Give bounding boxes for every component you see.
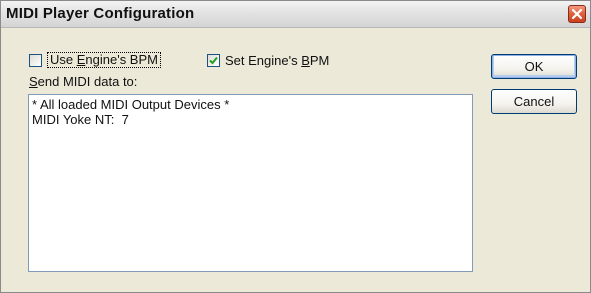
list-item[interactable]: MIDI Yoke NT: 7 (32, 112, 129, 127)
send-midi-label: Send MIDI data to: (29, 74, 138, 89)
use-engine-bpm-label: Use Engine's BPM (47, 52, 161, 68)
use-engine-bpm-checkbox[interactable]: Use Engine's BPM (29, 51, 161, 69)
midi-player-config-dialog: MIDI Player Configuration Use Engine's B… (0, 0, 591, 293)
set-engine-bpm-box[interactable] (207, 53, 220, 67)
title-bar[interactable]: MIDI Player Configuration (1, 1, 590, 28)
window-title: MIDI Player Configuration (6, 5, 195, 22)
close-button[interactable] (568, 5, 586, 23)
ok-button[interactable]: OK (491, 54, 577, 79)
set-engine-bpm-checkbox[interactable]: Set Engine's BPM (207, 51, 329, 69)
use-engine-bpm-box[interactable] (29, 53, 42, 67)
midi-device-list[interactable]: * All loaded MIDI Output Devices * MIDI … (28, 94, 473, 272)
check-mark-icon (209, 56, 218, 64)
close-icon (571, 8, 583, 20)
set-engine-bpm-label: Set Engine's BPM (225, 52, 330, 68)
list-item[interactable]: * All loaded MIDI Output Devices * (32, 97, 229, 112)
cancel-button[interactable]: Cancel (491, 89, 577, 114)
